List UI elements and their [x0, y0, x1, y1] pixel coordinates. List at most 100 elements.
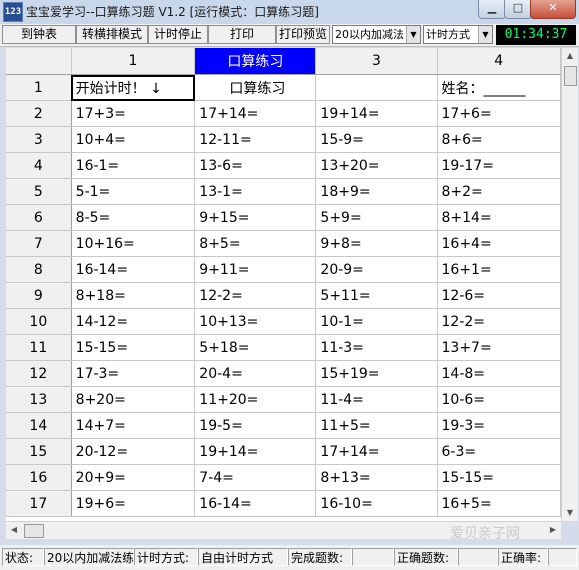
problem-cell[interactable]: 5+11=	[315, 282, 438, 309]
timing-select[interactable]: 计时方式 ▼	[423, 25, 493, 44]
problem-cell[interactable]: 12-2=	[194, 282, 317, 309]
problem-cell[interactable]: 20-4=	[194, 360, 317, 387]
problem-cell[interactable]: 8+2=	[437, 178, 561, 205]
problem-cell[interactable]: 17+6=	[437, 100, 561, 127]
problem-cell[interactable]: 8+14=	[437, 204, 561, 231]
problem-cell[interactable]: 17+14=	[315, 438, 438, 465]
problem-cell[interactable]: 10+13=	[194, 308, 317, 335]
problem-cell[interactable]: 8+20=	[71, 386, 196, 413]
problem-cell[interactable]: 16-14=	[71, 256, 196, 283]
problem-cell[interactable]: 16-10=	[315, 490, 438, 517]
problem-cell[interactable]: 10+4=	[71, 126, 196, 153]
column-header[interactable]: 3	[315, 48, 438, 75]
problem-cell[interactable]: 16+4=	[437, 230, 561, 257]
scroll-up-icon[interactable]: ▲	[562, 48, 578, 64]
student-name-cell[interactable]: 姓名：______	[437, 74, 561, 101]
problem-cell[interactable]: 10-1=	[315, 308, 438, 335]
row-header[interactable]: 3	[6, 126, 72, 153]
start-timer-cell[interactable]: 开始计时！ ↓	[71, 74, 196, 101]
problem-cell[interactable]: 19+14=	[194, 438, 317, 465]
problem-cell[interactable]: 15-9=	[315, 126, 438, 153]
close-button[interactable]: ✕	[530, 0, 576, 19]
problem-cell[interactable]: 13+20=	[315, 152, 438, 179]
horizontal-scroll-thumb[interactable]	[24, 524, 44, 538]
problem-cell[interactable]: 20+9=	[71, 464, 196, 491]
problem-cell[interactable]: 19+14=	[315, 100, 438, 127]
layout-mode-button[interactable]: 转横排模式	[76, 25, 148, 44]
problem-cell[interactable]: 11-3=	[315, 334, 438, 361]
problem-cell[interactable]: 7-4=	[194, 464, 317, 491]
problem-cell[interactable]: 9+15=	[194, 204, 317, 231]
problem-cell[interactable]: 20-12=	[71, 438, 196, 465]
problem-cell[interactable]: 11+5=	[315, 412, 438, 439]
scroll-right-icon[interactable]: ▶	[545, 522, 561, 538]
problem-cell[interactable]: 20-9=	[315, 256, 438, 283]
row-header[interactable]: 7	[6, 230, 72, 257]
problem-cell[interactable]: 8+6=	[437, 126, 561, 153]
problem-cell[interactable]: 6-3=	[437, 438, 561, 465]
row-header[interactable]: 5	[6, 178, 72, 205]
row-header[interactable]: 16	[6, 464, 72, 491]
problem-cell[interactable]: 18+9=	[315, 178, 438, 205]
column-header-selected[interactable]: 口算练习	[194, 48, 317, 75]
scroll-left-icon[interactable]: ◀	[6, 522, 22, 538]
row-header[interactable]: 14	[6, 412, 72, 439]
problem-cell[interactable]: 16-14=	[194, 490, 317, 517]
problem-cell[interactable]: 10-6=	[437, 386, 561, 413]
problem-cell[interactable]: 19+6=	[71, 490, 196, 517]
problem-cell[interactable]: 9+8=	[315, 230, 438, 257]
column-header[interactable]: 1	[71, 48, 196, 75]
maximize-button[interactable]: □	[504, 0, 532, 19]
problem-cell[interactable]: 12-11=	[194, 126, 317, 153]
vertical-scrollbar[interactable]: ▲ ▼	[561, 48, 578, 521]
timer-stop-button[interactable]: 计时停止	[148, 25, 208, 44]
grid-cell[interactable]	[315, 74, 438, 101]
problem-cell[interactable]: 8+13=	[315, 464, 438, 491]
problem-cell[interactable]: 16+1=	[437, 256, 561, 283]
problem-cell[interactable]: 5-1=	[71, 178, 196, 205]
problem-cell[interactable]: 12-6=	[437, 282, 561, 309]
row-header[interactable]: 12	[6, 360, 72, 387]
problem-cell[interactable]: 9+11=	[194, 256, 317, 283]
range-select[interactable]: 20以内加减法 ▼	[332, 25, 421, 44]
problem-cell[interactable]: 14-8=	[437, 360, 561, 387]
minimize-button[interactable]: ▁	[478, 0, 506, 19]
vertical-scroll-thumb[interactable]	[564, 66, 577, 86]
problem-cell[interactable]: 11+20=	[194, 386, 317, 413]
problem-cell[interactable]: 17-3=	[71, 360, 196, 387]
row-header[interactable]: 11	[6, 334, 72, 361]
row-header[interactable]: 15	[6, 438, 72, 465]
scroll-down-icon[interactable]: ▼	[562, 505, 578, 521]
row-header[interactable]: 13	[6, 386, 72, 413]
problem-cell[interactable]: 15-15=	[437, 464, 561, 491]
problem-cell[interactable]: 13-6=	[194, 152, 317, 179]
print-preview-button[interactable]: 打印预览	[276, 25, 330, 44]
problem-cell[interactable]: 8-5=	[71, 204, 196, 231]
print-button[interactable]: 打印	[208, 25, 276, 44]
problem-cell[interactable]: 17+14=	[194, 100, 317, 127]
exercise-grid[interactable]: 1 口算练习 3 4 1 开始计时！ ↓ 口算练习 姓名：______ 2 17+…	[6, 48, 561, 521]
problem-cell[interactable]: 5+9=	[315, 204, 438, 231]
problem-cell[interactable]: 15+19=	[315, 360, 438, 387]
problem-cell[interactable]: 16-1=	[71, 152, 196, 179]
problem-cell[interactable]: 13+7=	[437, 334, 561, 361]
problem-cell[interactable]: 16+5=	[437, 490, 561, 517]
problem-cell[interactable]: 14-12=	[71, 308, 196, 335]
row-header[interactable]: 6	[6, 204, 72, 231]
column-header[interactable]: 4	[437, 48, 561, 75]
row-header[interactable]: 2	[6, 100, 72, 127]
problem-cell[interactable]: 12-2=	[437, 308, 561, 335]
row-header[interactable]: 10	[6, 308, 72, 335]
problem-cell[interactable]: 14+7=	[71, 412, 196, 439]
row-header[interactable]: 4	[6, 152, 72, 179]
sheet-title-cell[interactable]: 口算练习	[194, 74, 317, 101]
row-header[interactable]: 17	[6, 490, 72, 517]
problem-cell[interactable]: 19-5=	[194, 412, 317, 439]
clock-table-button[interactable]: 到钟表	[2, 25, 76, 44]
problem-cell[interactable]: 15-15=	[71, 334, 196, 361]
problem-cell[interactable]: 5+18=	[194, 334, 317, 361]
problem-cell[interactable]: 19-3=	[437, 412, 561, 439]
corner-header-cell[interactable]	[6, 48, 72, 75]
problem-cell[interactable]: 10+16=	[71, 230, 196, 257]
problem-cell[interactable]: 19-17=	[437, 152, 561, 179]
